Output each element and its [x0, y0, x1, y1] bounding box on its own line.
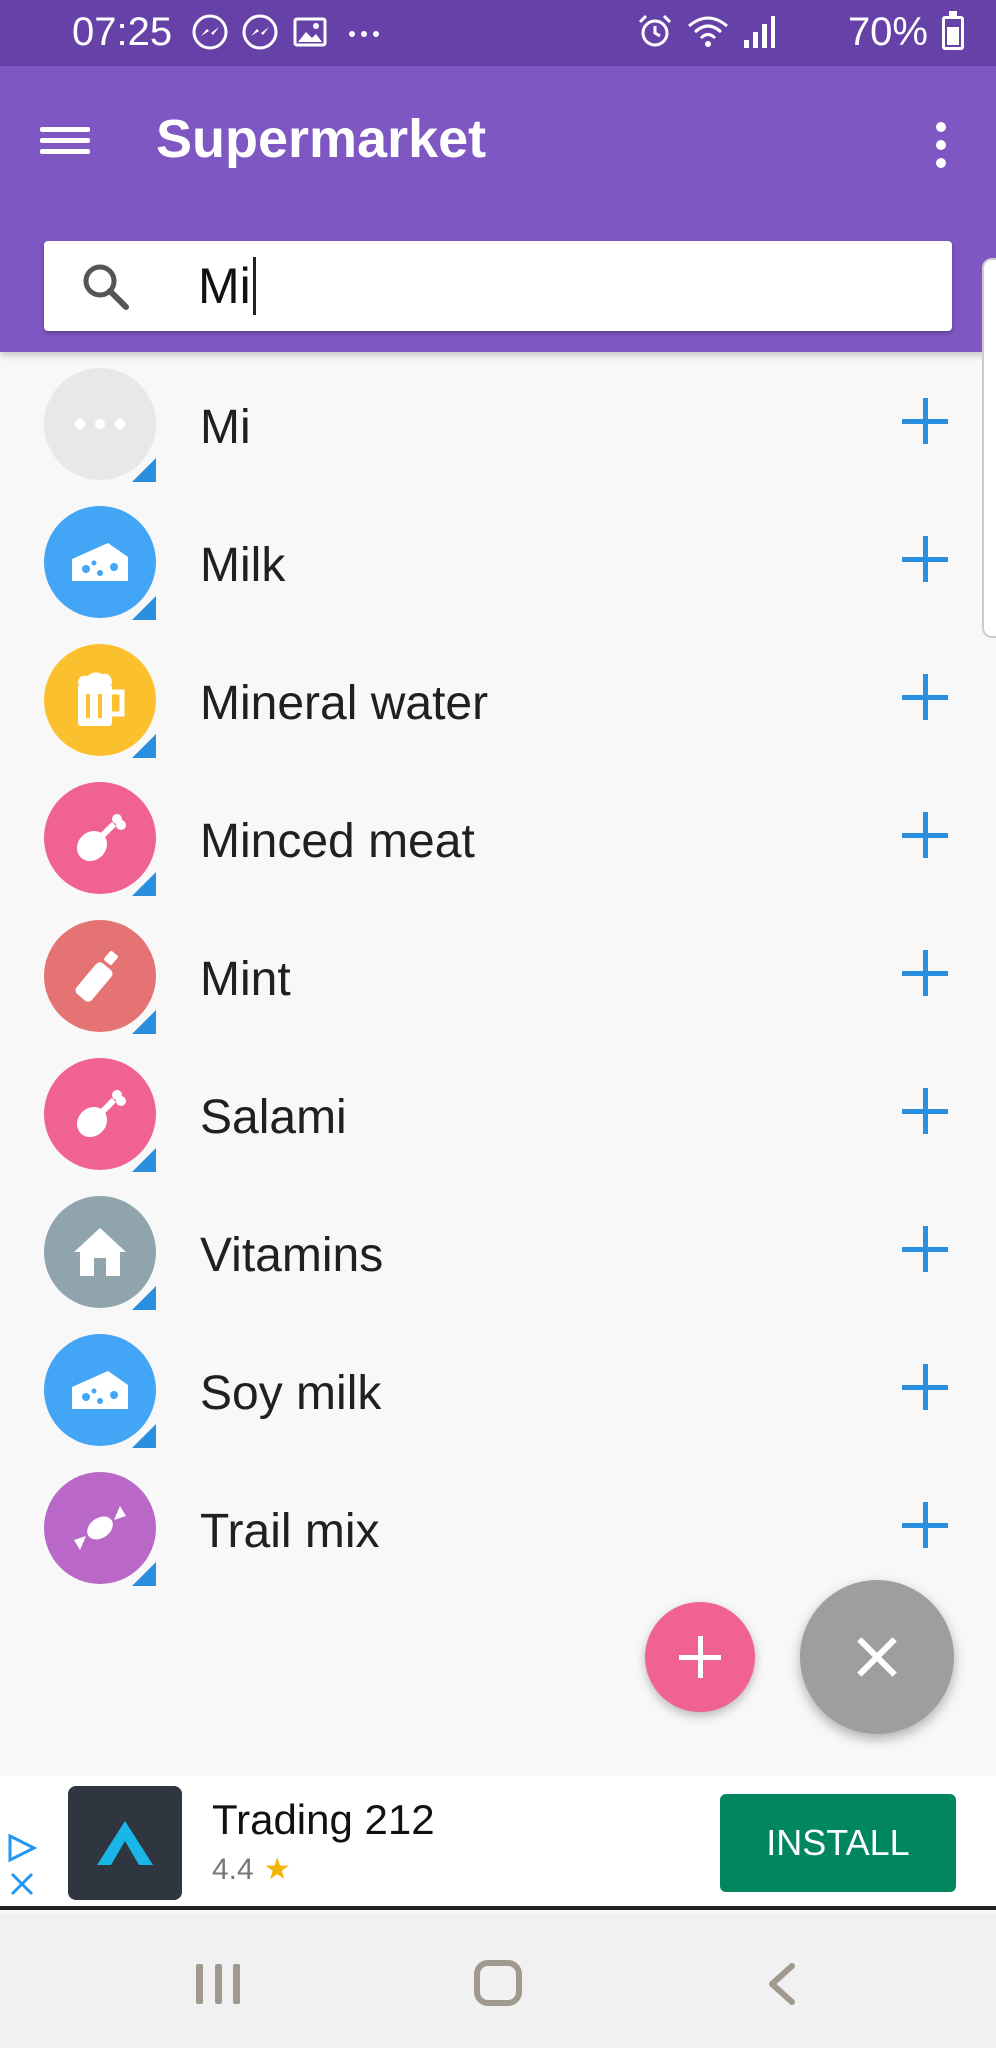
add-fab-button[interactable] — [645, 1602, 755, 1712]
status-bar: 07:25 70% — [0, 0, 996, 66]
list-item[interactable]: Mi — [0, 356, 996, 494]
home-icon[interactable] — [474, 1960, 522, 2006]
drumstick-icon — [76, 1090, 126, 1138]
signal-icon — [744, 16, 775, 48]
list-item[interactable]: Soy milk — [0, 1322, 996, 1460]
ad-rating-value: 4.4 — [212, 1852, 254, 1886]
back-icon[interactable] — [762, 1962, 802, 2006]
candy-icon — [74, 1506, 126, 1550]
recent-apps-icon[interactable] — [196, 1964, 240, 2004]
add-item-button[interactable] — [898, 670, 952, 724]
dots-icon — [75, 419, 125, 429]
search-input[interactable]: Mi — [44, 241, 952, 331]
install-button[interactable]: INSTALL — [720, 1794, 956, 1892]
list-item[interactable]: Vitamins — [0, 1184, 996, 1322]
add-item-button[interactable] — [898, 1222, 952, 1276]
close-fab-button[interactable] — [800, 1580, 954, 1734]
search-field-value: Mi — [198, 257, 256, 315]
add-item-button[interactable] — [898, 394, 952, 448]
hamburger-menu-icon[interactable] — [40, 121, 100, 171]
item-label: Milk — [200, 539, 286, 592]
system-icons — [636, 12, 776, 50]
list-item[interactable]: Minced meat — [0, 770, 996, 908]
more-icon — [349, 31, 379, 37]
item-label: Mi — [200, 401, 251, 454]
add-item-button[interactable] — [898, 1084, 952, 1138]
add-item-button[interactable] — [898, 1498, 952, 1552]
star-icon: ★ — [263, 1853, 291, 1886]
drumstick-icon — [76, 814, 126, 862]
beer-mug-icon — [78, 672, 125, 726]
list-item[interactable]: Salami — [0, 1046, 996, 1184]
notification-icons — [192, 14, 386, 50]
category-corner — [132, 1286, 156, 1310]
add-item-button[interactable] — [898, 532, 952, 586]
category-corner — [132, 1010, 156, 1034]
bottle-icon — [75, 951, 118, 1002]
system-nav-bar — [0, 1914, 996, 2048]
category-corner — [132, 596, 156, 620]
item-label: Minced meat — [200, 815, 475, 868]
list-item[interactable]: Mineral water — [0, 632, 996, 770]
house-icon — [74, 1228, 126, 1276]
adchoices-icon[interactable] — [6, 1832, 38, 1902]
search-icon — [83, 264, 129, 310]
ad-title[interactable]: Trading 212 — [212, 1796, 435, 1844]
item-label: Vitamins — [200, 1229, 384, 1282]
item-label: Trail mix — [200, 1505, 380, 1558]
category-corner — [132, 1562, 156, 1586]
category-corner — [132, 734, 156, 758]
search-value: Mi — [198, 258, 251, 314]
messenger-icon — [192, 14, 228, 50]
add-item-button[interactable] — [898, 808, 952, 862]
add-item-button[interactable] — [898, 1360, 952, 1414]
more-vertical-icon[interactable] — [926, 118, 956, 174]
battery-icon — [942, 11, 964, 50]
text-cursor — [252, 257, 256, 315]
ad-app-icon[interactable] — [68, 1786, 182, 1900]
item-label: Mineral water — [200, 677, 489, 730]
trading-logo-icon — [97, 1821, 153, 1865]
ad-rating: 4.4 ★ — [212, 1852, 291, 1887]
cheese-icon — [72, 543, 128, 581]
ad-banner[interactable]: Trading 212 4.4 ★ INSTALL — [0, 1776, 996, 1910]
app-bar: Supermarket Mi — [0, 66, 996, 352]
cheese-icon — [72, 1371, 128, 1409]
item-label: Salami — [200, 1091, 347, 1144]
wifi-icon — [688, 16, 728, 47]
battery-percent: 70% — [847, 10, 928, 54]
gallery-icon — [293, 17, 327, 47]
add-item-button[interactable] — [898, 946, 952, 1000]
page-title: Supermarket — [156, 109, 487, 169]
alarm-icon — [638, 14, 672, 47]
category-corner — [132, 872, 156, 896]
status-time: 07:25 — [72, 10, 173, 54]
list-item[interactable]: Milk — [0, 494, 996, 632]
category-corner — [132, 1148, 156, 1172]
item-label: Soy milk — [200, 1367, 382, 1420]
list-item[interactable]: Trail mix — [0, 1460, 996, 1598]
category-corner — [132, 1424, 156, 1448]
category-corner — [132, 458, 156, 482]
list-item[interactable]: Mint — [0, 908, 996, 1046]
messenger-icon — [242, 14, 278, 50]
item-label: Mint — [200, 953, 291, 1006]
